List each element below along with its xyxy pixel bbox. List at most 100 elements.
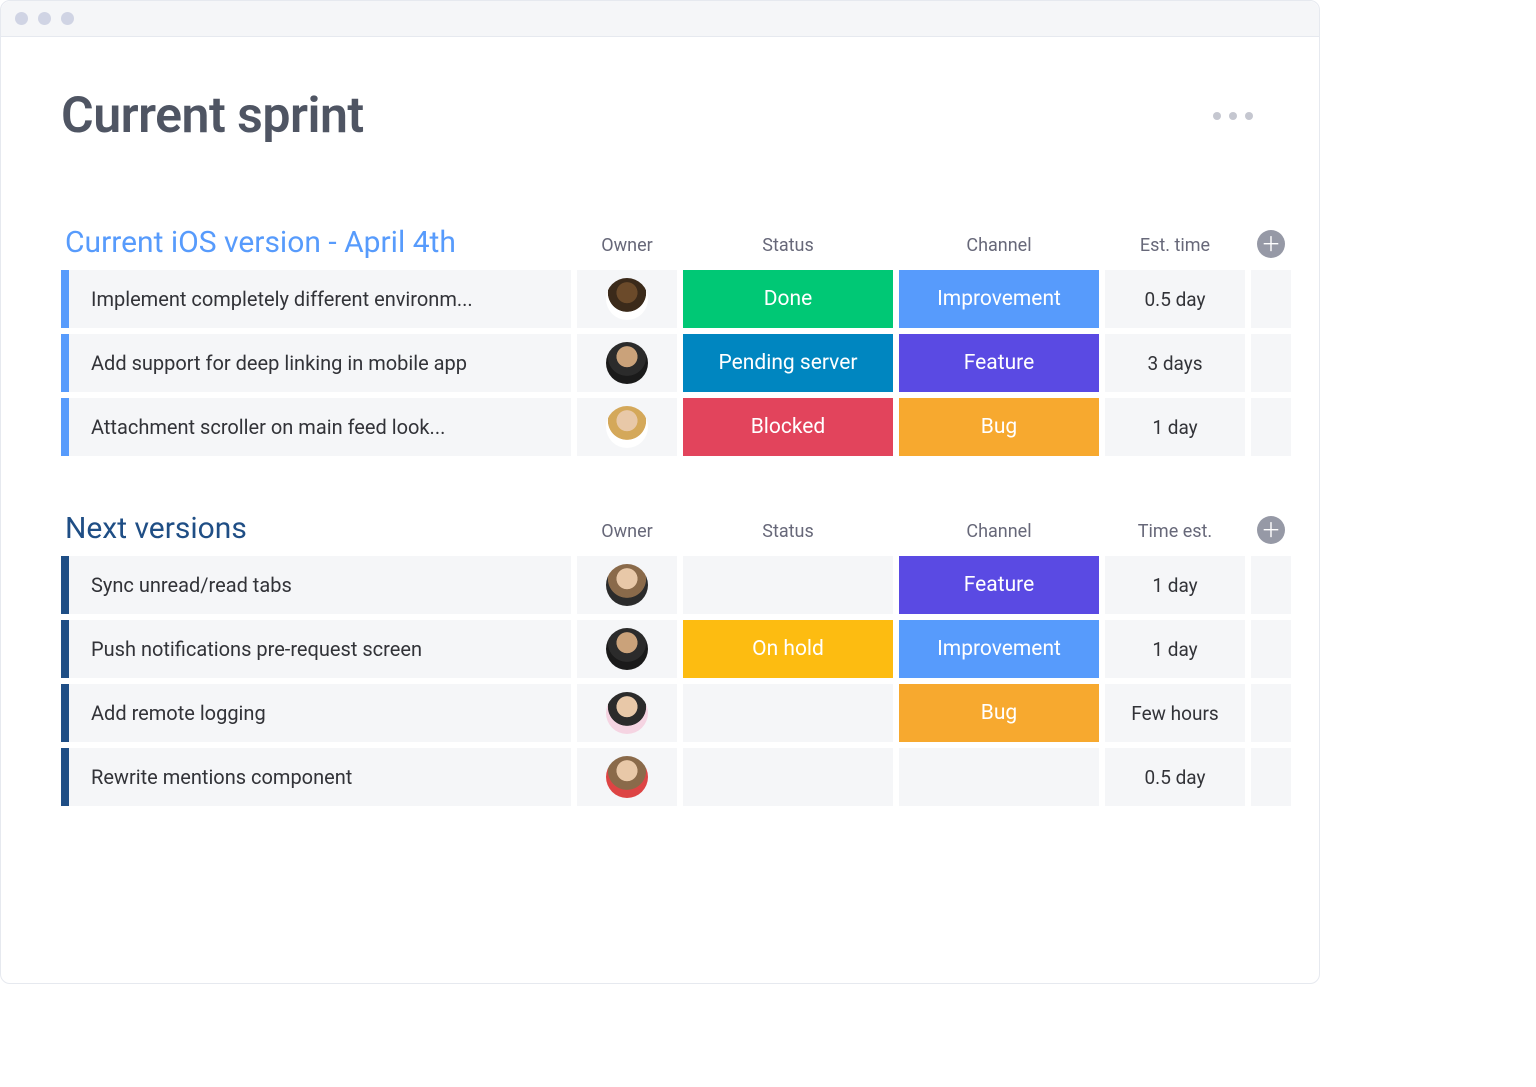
- task-row[interactable]: Sync unread/read tabs Feature1 day: [61, 556, 1259, 614]
- channel-cell[interactable]: Bug: [899, 398, 1099, 456]
- time-cell[interactable]: 3 days: [1105, 334, 1245, 392]
- time-label: Few hours: [1131, 702, 1218, 725]
- add-column-button[interactable]: ＋: [1257, 230, 1285, 258]
- channel-cell[interactable]: Feature: [899, 334, 1099, 392]
- window-minimize-icon[interactable]: [38, 12, 51, 25]
- status-cell[interactable]: Pending server: [683, 334, 893, 392]
- time-cell[interactable]: 1 day: [1105, 620, 1245, 678]
- status-cell[interactable]: [683, 748, 893, 806]
- avatar: [606, 756, 648, 798]
- task-title: Push notifications pre-request screen: [91, 637, 422, 661]
- add-column-button[interactable]: ＋: [1257, 516, 1285, 544]
- page-header: Current sprint: [61, 87, 1259, 145]
- column-header-status[interactable]: Status: [683, 521, 893, 546]
- group-header: Current iOS version - April 4thOwnerStat…: [61, 225, 1259, 260]
- status-label: Pending server: [719, 351, 858, 375]
- owner-cell[interactable]: [577, 620, 677, 678]
- time-cell[interactable]: 1 day: [1105, 556, 1245, 614]
- column-header-time[interactable]: Est. time: [1105, 235, 1245, 260]
- status-cell[interactable]: [683, 684, 893, 742]
- row-trailing-cell[interactable]: [1251, 684, 1291, 742]
- channel-label: Improvement: [937, 287, 1061, 311]
- task-title-cell[interactable]: Add support for deep linking in mobile a…: [61, 334, 571, 392]
- column-header-owner[interactable]: Owner: [577, 235, 677, 260]
- task-row[interactable]: Implement completely different environm.…: [61, 270, 1259, 328]
- owner-cell[interactable]: [577, 398, 677, 456]
- owner-cell[interactable]: [577, 270, 677, 328]
- row-trailing-cell[interactable]: [1251, 398, 1291, 456]
- row-trailing-cell[interactable]: [1251, 556, 1291, 614]
- channel-cell[interactable]: Improvement: [899, 270, 1099, 328]
- board-more-menu-button[interactable]: [1207, 106, 1259, 126]
- task-title-cell[interactable]: Sync unread/read tabs: [61, 556, 571, 614]
- channel-label: Feature: [964, 351, 1034, 375]
- window-zoom-icon[interactable]: [61, 12, 74, 25]
- task-row[interactable]: Rewrite mentions component 0.5 day: [61, 748, 1259, 806]
- dot-icon: [1229, 112, 1237, 120]
- channel-cell[interactable]: Improvement: [899, 620, 1099, 678]
- row-trailing-cell[interactable]: [1251, 334, 1291, 392]
- avatar: [606, 342, 648, 384]
- window-close-icon[interactable]: [15, 12, 28, 25]
- avatar: [606, 564, 648, 606]
- time-label: 1 day: [1152, 416, 1197, 439]
- column-header-channel[interactable]: Channel: [899, 235, 1099, 260]
- status-cell[interactable]: Blocked: [683, 398, 893, 456]
- window-traffic-lights: [15, 12, 74, 25]
- owner-cell[interactable]: [577, 684, 677, 742]
- channel-label: Bug: [981, 701, 1017, 725]
- group-title[interactable]: Current iOS version - April 4th: [61, 225, 571, 260]
- column-header-channel[interactable]: Channel: [899, 521, 1099, 546]
- owner-cell[interactable]: [577, 556, 677, 614]
- column-header-owner[interactable]: Owner: [577, 521, 677, 546]
- owner-cell[interactable]: [577, 334, 677, 392]
- group-header: Next versionsOwnerStatusChannelTime est.…: [61, 511, 1259, 546]
- task-title: Sync unread/read tabs: [91, 573, 292, 597]
- time-cell[interactable]: 0.5 day: [1105, 748, 1245, 806]
- task-title: Add support for deep linking in mobile a…: [91, 351, 467, 375]
- window-titlebar: [1, 1, 1319, 37]
- task-row[interactable]: Add support for deep linking in mobile a…: [61, 334, 1259, 392]
- task-title-cell[interactable]: Push notifications pre-request screen: [61, 620, 571, 678]
- time-cell[interactable]: 0.5 day: [1105, 270, 1245, 328]
- status-cell[interactable]: Done: [683, 270, 893, 328]
- app-window: Current sprint Current iOS version - Apr…: [0, 0, 1320, 984]
- status-cell[interactable]: On hold: [683, 620, 893, 678]
- status-cell[interactable]: [683, 556, 893, 614]
- task-title: Implement completely different environm.…: [91, 287, 473, 311]
- row-trailing-cell[interactable]: [1251, 270, 1291, 328]
- task-row[interactable]: Push notifications pre-request screen On …: [61, 620, 1259, 678]
- task-title-cell[interactable]: Add remote logging: [61, 684, 571, 742]
- task-title-cell[interactable]: Rewrite mentions component: [61, 748, 571, 806]
- time-label: 0.5 day: [1145, 766, 1206, 789]
- board-content: Current sprint Current iOS version - Apr…: [1, 37, 1319, 806]
- group-title[interactable]: Next versions: [61, 511, 571, 546]
- row-trailing-cell[interactable]: [1251, 620, 1291, 678]
- column-header-time[interactable]: Time est.: [1105, 521, 1245, 546]
- avatar: [606, 692, 648, 734]
- channel-cell[interactable]: [899, 748, 1099, 806]
- task-row[interactable]: Add remote logging Bug Few hours: [61, 684, 1259, 742]
- channel-label: Bug: [981, 415, 1017, 439]
- task-title: Attachment scroller on main feed look...: [91, 415, 445, 439]
- time-cell[interactable]: 1 day: [1105, 398, 1245, 456]
- avatar: [606, 406, 648, 448]
- time-cell[interactable]: Few hours: [1105, 684, 1245, 742]
- owner-cell[interactable]: [577, 748, 677, 806]
- avatar: [606, 628, 648, 670]
- task-title: Rewrite mentions component: [91, 765, 352, 789]
- page-title: Current sprint: [61, 87, 364, 145]
- group-next-versions: Next versionsOwnerStatusChannelTime est.…: [61, 511, 1259, 806]
- channel-cell[interactable]: Feature: [899, 556, 1099, 614]
- plus-icon: ＋: [1261, 520, 1281, 540]
- column-header-status[interactable]: Status: [683, 235, 893, 260]
- status-label: On hold: [752, 637, 824, 661]
- task-title-cell[interactable]: Implement completely different environm.…: [61, 270, 571, 328]
- channel-cell[interactable]: Bug: [899, 684, 1099, 742]
- status-label: Done: [764, 287, 813, 311]
- task-row[interactable]: Attachment scroller on main feed look...…: [61, 398, 1259, 456]
- row-trailing-cell[interactable]: [1251, 748, 1291, 806]
- plus-icon: ＋: [1261, 234, 1281, 254]
- task-title-cell[interactable]: Attachment scroller on main feed look...: [61, 398, 571, 456]
- status-label: Blocked: [751, 415, 826, 439]
